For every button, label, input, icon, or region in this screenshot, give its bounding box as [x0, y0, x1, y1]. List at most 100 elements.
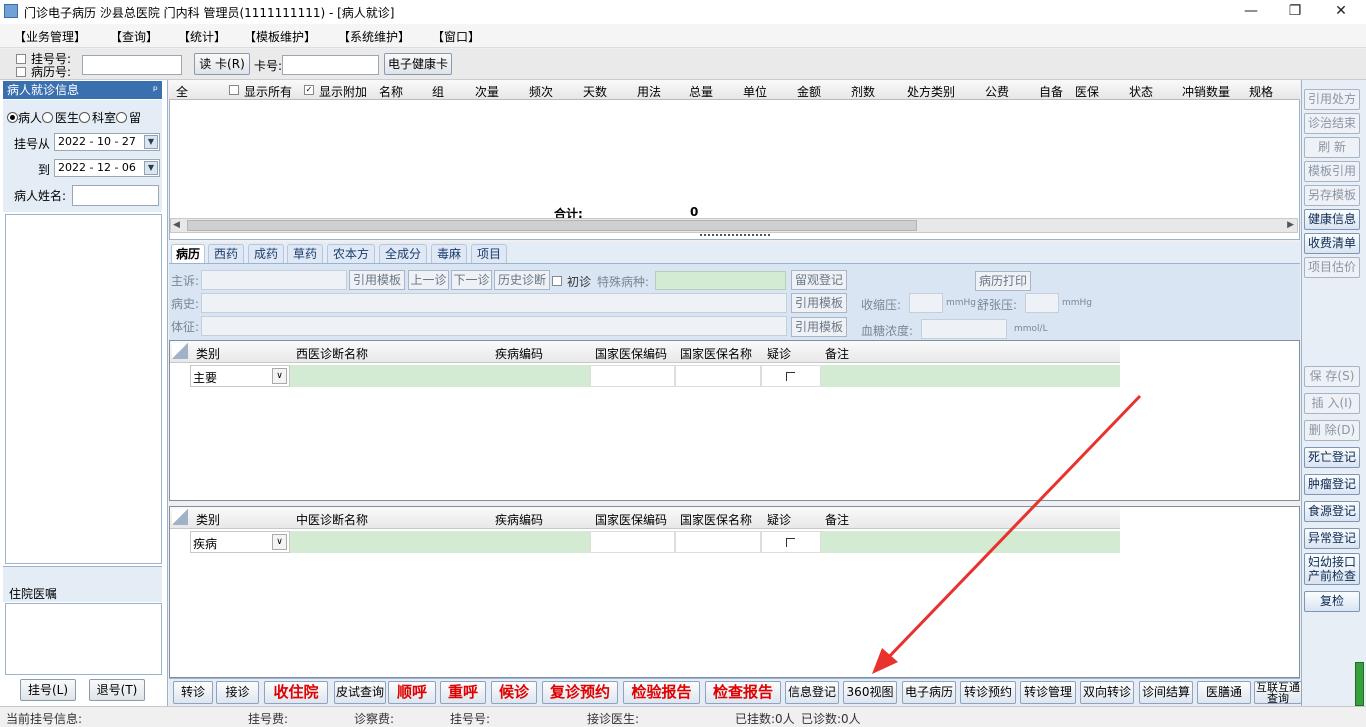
reg-no-checkbox[interactable]	[16, 54, 26, 64]
date-to-picker[interactable]: 2022 - 12 - 06 ▼	[54, 159, 160, 177]
delete-button[interactable]: 删 除(D)	[1304, 420, 1360, 441]
menu-stats[interactable]: 【统计】	[178, 28, 226, 45]
show-all-checkbox[interactable]	[229, 85, 239, 95]
call-next-button[interactable]: 顺呼	[388, 681, 436, 704]
west-type-select[interactable]: 主要 ∨	[190, 365, 290, 387]
cite-template-button-3[interactable]: 引用模板	[791, 317, 847, 337]
radio-stay[interactable]	[116, 112, 128, 123]
menu-system[interactable]: 【系统维护】	[338, 28, 410, 45]
observe-register-button[interactable]: 留观登记	[791, 270, 847, 290]
recheck-button[interactable]: 复检	[1304, 591, 1360, 612]
tcm-diag-name-cell[interactable]	[290, 531, 590, 553]
west-diag-name-cell[interactable]	[290, 365, 590, 387]
receive-button[interactable]: 接诊	[216, 681, 259, 704]
transfer-button[interactable]: 转诊	[173, 681, 213, 704]
menu-window[interactable]: 【窗口】	[432, 28, 480, 45]
chevron-down-icon[interactable]: ▼	[144, 161, 158, 175]
refresh-button[interactable]: 刷 新	[1304, 137, 1360, 158]
fee-list-button[interactable]: 收费清单	[1304, 233, 1360, 254]
info-register-button[interactable]: 信息登记	[785, 681, 839, 704]
chevron-down-icon[interactable]: ∨	[272, 534, 287, 550]
item-estimate-button[interactable]: 项目估价	[1304, 257, 1360, 278]
west-insurance-code-cell[interactable]	[590, 365, 675, 387]
horizontal-scrollbar[interactable]: ◀ ▶	[170, 218, 1298, 233]
abnormal-register-button[interactable]: 异常登记	[1304, 528, 1360, 549]
suspected-checkbox[interactable]	[786, 538, 795, 547]
next-visit-button[interactable]: 下一诊	[451, 270, 492, 290]
history-diag-button[interactable]: 历史诊断	[494, 270, 550, 290]
cite-rx-button[interactable]: 引用处方	[1304, 89, 1360, 110]
tab-ingredients[interactable]: 全成分	[379, 244, 427, 263]
emr-button[interactable]: 电子病历	[902, 681, 956, 704]
first-visit-checkbox[interactable]	[552, 276, 562, 286]
tcm-suspected-cell[interactable]	[761, 531, 821, 553]
tcm-type-select[interactable]: 疾病 ∨	[190, 531, 290, 553]
print-record-button[interactable]: 病历打印	[975, 271, 1031, 291]
template-cite-button[interactable]: 模板引用	[1304, 161, 1360, 182]
register-button[interactable]: 挂号(L)	[20, 679, 76, 701]
maternal-interface-button[interactable]: 妇幼接口 产前检查	[1304, 553, 1360, 585]
tumor-register-button[interactable]: 肿瘤登记	[1304, 474, 1360, 495]
interop-query-button[interactable]: 互联互通 查询	[1254, 681, 1302, 704]
restore-button[interactable]: ❐	[1272, 0, 1318, 24]
referral-manage-button[interactable]: 转诊管理	[1020, 681, 1076, 704]
special-disease-input[interactable]	[655, 271, 786, 290]
tab-farm[interactable]: 农本方	[327, 244, 375, 263]
chevron-down-icon[interactable]: ∨	[272, 368, 287, 384]
west-remark-cell[interactable]	[821, 365, 1120, 387]
west-insurance-name-cell[interactable]	[675, 365, 761, 387]
admit-button[interactable]: 收住院	[264, 681, 328, 704]
tab-herbal[interactable]: 草药	[287, 244, 323, 263]
tcm-insurance-code-cell[interactable]	[590, 531, 675, 553]
menu-business[interactable]: 【业务管理】	[14, 28, 86, 45]
save-button[interactable]: 保 存(S)	[1304, 366, 1360, 387]
read-card-button[interactable]: 读 卡(R)	[194, 53, 250, 75]
date-from-picker[interactable]: 2022 - 10 - 27 ▼	[54, 133, 160, 151]
sign-input[interactable]	[201, 316, 787, 336]
recall-button[interactable]: 重呼	[440, 681, 486, 704]
insert-button[interactable]: 插 入(I)	[1304, 393, 1360, 414]
exam-report-button[interactable]: 检查报告	[705, 681, 781, 704]
view-360-button[interactable]: 360视图	[843, 681, 897, 704]
inpatient-list[interactable]	[5, 603, 162, 675]
health-card-button[interactable]: 电子健康卡	[384, 53, 452, 75]
patient-list[interactable]	[5, 214, 162, 564]
record-no-checkbox[interactable]	[16, 67, 26, 77]
scroll-right-icon[interactable]: ▶	[1287, 220, 1294, 230]
tcm-insurance-name-cell[interactable]	[675, 531, 761, 553]
unregister-button[interactable]: 退号(T)	[89, 679, 145, 701]
foodborne-register-button[interactable]: 食源登记	[1304, 501, 1360, 522]
select-all-header[interactable]: 全	[176, 83, 188, 100]
diastolic-input[interactable]	[1025, 293, 1059, 313]
tab-items[interactable]: 项目	[471, 244, 507, 263]
pin-icon[interactable]: ᵖ	[153, 81, 158, 99]
health-info-button[interactable]: 健康信息	[1304, 209, 1360, 230]
menu-template[interactable]: 【模板维护】	[244, 28, 316, 45]
radio-patient[interactable]	[7, 112, 18, 123]
diet-service-button[interactable]: 医膳通	[1197, 681, 1251, 704]
cite-template-button[interactable]: 引用模板	[349, 270, 405, 290]
radio-dept[interactable]	[79, 112, 91, 123]
tab-record[interactable]: 病历	[171, 244, 205, 263]
systolic-input[interactable]	[909, 293, 943, 313]
suspected-checkbox[interactable]	[786, 372, 795, 381]
complaint-input[interactable]	[201, 270, 347, 290]
save-template-button[interactable]: 另存模板	[1304, 185, 1360, 206]
tab-narcotic[interactable]: 毒麻	[431, 244, 467, 263]
cite-template-button-2[interactable]: 引用模板	[791, 293, 847, 313]
close-button[interactable]: ✕	[1318, 0, 1364, 24]
splitter-handle[interactable]	[700, 234, 770, 240]
followup-appointment-button[interactable]: 复诊预约	[542, 681, 618, 704]
tab-western[interactable]: 西药	[208, 244, 244, 263]
history-input[interactable]	[201, 293, 787, 313]
menu-query[interactable]: 【查询】	[110, 28, 158, 45]
glucose-input[interactable]	[921, 319, 1007, 339]
reg-no-input[interactable]	[82, 55, 182, 75]
scrollbar-thumb[interactable]	[187, 220, 917, 231]
waiting-button[interactable]: 候诊	[491, 681, 537, 704]
finish-visit-button[interactable]: 诊治结束	[1304, 113, 1360, 134]
death-register-button[interactable]: 死亡登记	[1304, 447, 1360, 468]
chevron-down-icon[interactable]: ▼	[144, 135, 158, 149]
clinic-settlement-button[interactable]: 诊间结算	[1139, 681, 1193, 704]
lab-report-button[interactable]: 检验报告	[623, 681, 700, 704]
